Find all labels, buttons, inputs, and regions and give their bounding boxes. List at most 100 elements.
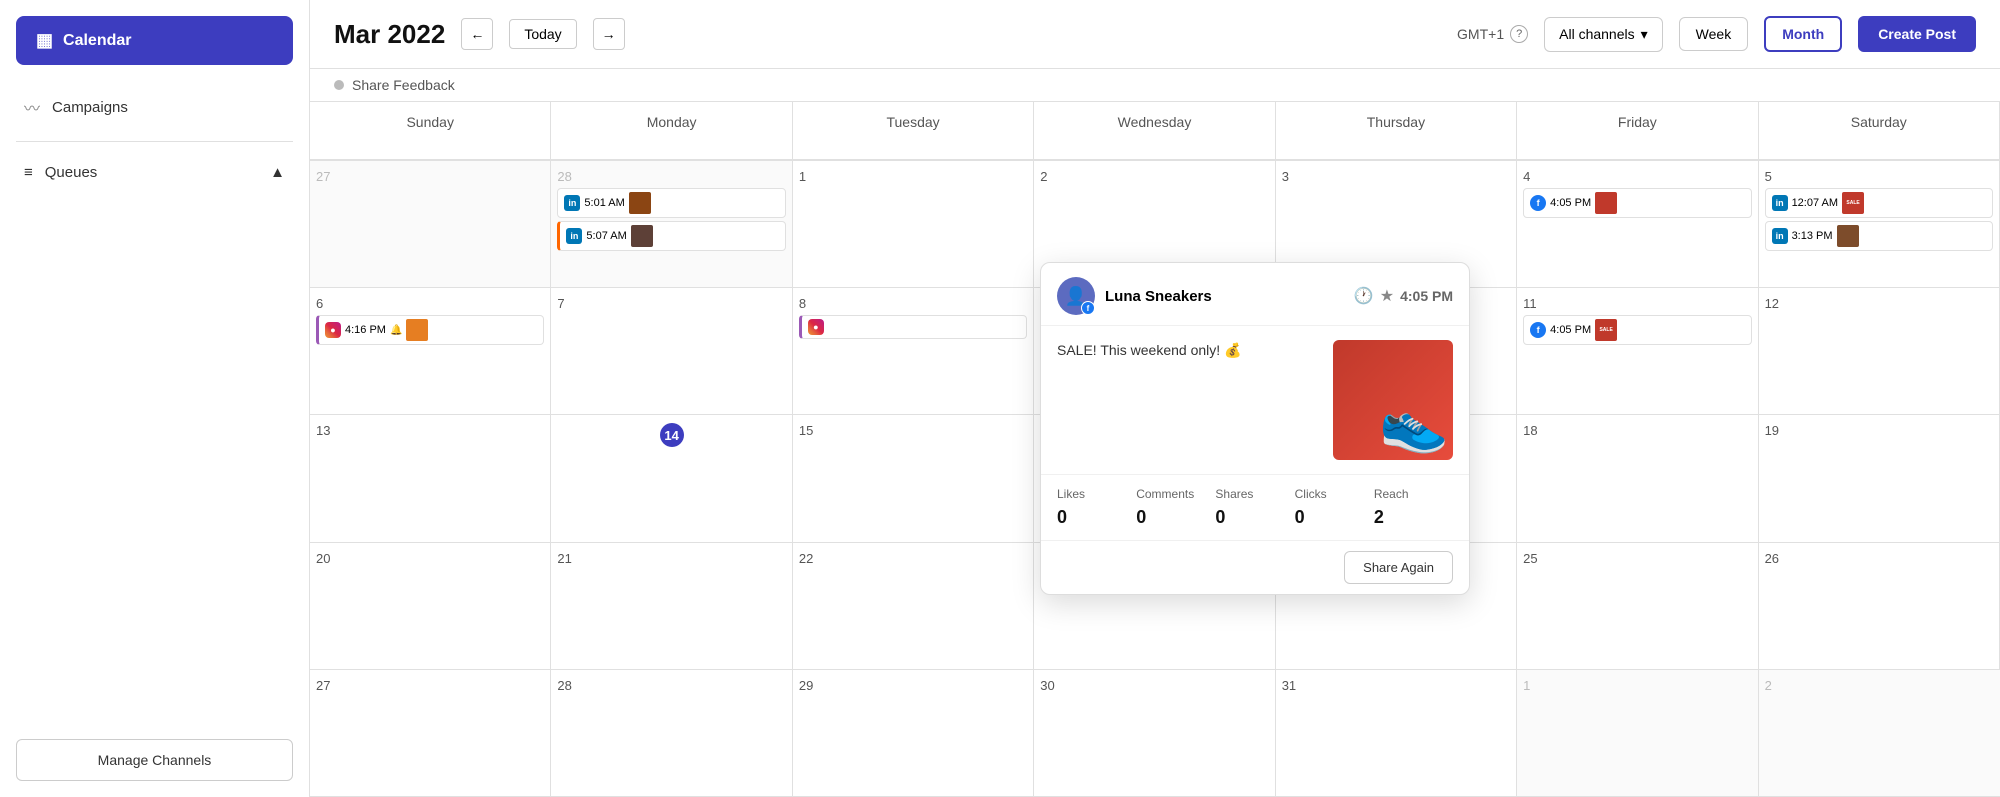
cal-cell-r5-mon[interactable]: 28 [551, 670, 792, 797]
post-thumbnail [629, 192, 651, 214]
cal-cell-r4-tue[interactable]: 22 [793, 543, 1034, 670]
cal-cell-r2-sat[interactable]: 12 [1759, 288, 2000, 415]
post-time: 5:01 AM [584, 197, 624, 209]
channels-chevron-icon: ▾ [1641, 26, 1648, 43]
calendar-nav-button[interactable]: ▦ Calendar [16, 16, 293, 65]
facebook-badge-icon: f [1081, 301, 1095, 315]
post-popup: 👤 f Luna Sneakers 🕐 ★ 4:05 PM SALE! This… [1040, 262, 1470, 595]
post-item[interactable]: in 5:07 AM [557, 221, 785, 251]
channels-dropdown[interactable]: All channels ▾ [1544, 17, 1663, 52]
cal-cell-r1-mon[interactable]: 28 in 5:01 AM in 5:07 AM [551, 161, 792, 288]
cal-cell-r1-tue[interactable]: 1 [793, 161, 1034, 288]
sidebar-item-campaigns[interactable]: 〰 Campaigns [0, 81, 309, 133]
calendar-container: Sunday Monday Tuesday Wednesday Thursday… [310, 102, 2000, 797]
prev-month-button[interactable]: ← [461, 18, 493, 50]
popup-account-name: Luna Sneakers [1105, 288, 1344, 305]
popup-avatar: 👤 f [1057, 277, 1095, 315]
post-item[interactable]: f 4:05 PM [1523, 188, 1751, 218]
stat-label-reach: Reach [1374, 487, 1453, 501]
cell-date: 18 [1523, 423, 1751, 438]
cal-cell-r5-fri[interactable]: 1 [1517, 670, 1758, 797]
cal-cell-r4-mon[interactable]: 21 [551, 543, 792, 670]
feedback-label: Share Feedback [352, 77, 455, 93]
cal-cell-r4-fri[interactable]: 25 [1517, 543, 1758, 670]
page-title: Mar 2022 [334, 19, 445, 50]
cell-date: 25 [1523, 551, 1751, 566]
cal-cell-r3-tue[interactable]: 15 [793, 415, 1034, 542]
next-month-button[interactable]: → [593, 18, 625, 50]
cal-cell-r5-sun[interactable]: 27 [310, 670, 551, 797]
create-post-button[interactable]: Create Post [1858, 16, 1976, 52]
linkedin-icon: in [1772, 195, 1788, 211]
post-item[interactable]: ● 4:16 PM 🔔 [316, 315, 544, 345]
today-button[interactable]: Today [509, 19, 576, 49]
stat-label-comments: Comments [1136, 487, 1215, 501]
cal-cell-r5-wed[interactable]: 30 [1034, 670, 1275, 797]
cal-cell-r5-sat[interactable]: 2 [1759, 670, 2000, 797]
day-header-monday: Monday [551, 102, 792, 161]
cell-date: 31 [1282, 678, 1510, 693]
post-item[interactable]: in 3:13 PM [1765, 221, 1993, 251]
cal-cell-r2-sun[interactable]: 6 ● 4:16 PM 🔔 [310, 288, 551, 415]
cal-cell-r3-fri[interactable]: 18 [1517, 415, 1758, 542]
cal-cell-r2-tue[interactable]: 8 ● [793, 288, 1034, 415]
cal-cell-r4-sun[interactable]: 20 [310, 543, 551, 670]
manage-channels-button[interactable]: Manage Channels [16, 739, 293, 781]
post-time: 4:05 PM [1550, 324, 1591, 336]
stat-label-clicks: Clicks [1295, 487, 1374, 501]
cell-date: 1 [799, 169, 1027, 184]
cal-cell-r3-sun[interactable]: 13 [310, 415, 551, 542]
clock-icon: 🕐 [1354, 286, 1374, 306]
cal-cell-r5-thu[interactable]: 31 [1276, 670, 1517, 797]
shoe-icon: 👟 [1375, 386, 1453, 460]
post-item[interactable]: in 12:07 AM SALE [1765, 188, 1993, 218]
week-view-button[interactable]: Week [1679, 17, 1749, 51]
cal-cell-r5-tue[interactable]: 29 [793, 670, 1034, 797]
popup-body: SALE! This weekend only! 💰 👟 [1041, 326, 1469, 475]
cell-date: 6 [316, 296, 544, 311]
month-view-button[interactable]: Month [1764, 16, 1842, 52]
cal-cell-r1-sun[interactable]: 27 [310, 161, 551, 288]
cal-cell-r3-mon[interactable]: 14 [551, 415, 792, 542]
cal-cell-r2-mon[interactable]: 7 [551, 288, 792, 415]
cal-cell-r3-sat[interactable]: 19 [1759, 415, 2000, 542]
cell-date: 26 [1765, 551, 1993, 566]
popup-footer: Share Again [1041, 541, 1469, 594]
cell-date: 3 [1282, 169, 1510, 184]
queues-icon: ≡ [24, 164, 33, 181]
channels-label: All channels [1559, 26, 1635, 42]
feedback-bar[interactable]: Share Feedback [310, 69, 2000, 102]
star-icon: ★ [1380, 286, 1394, 306]
post-item[interactable]: in 5:01 AM [557, 188, 785, 218]
cal-cell-r1-fri[interactable]: 4 f 4:05 PM [1517, 161, 1758, 288]
share-again-button[interactable]: Share Again [1344, 551, 1453, 584]
campaigns-icon: 〰 [24, 95, 40, 119]
post-item[interactable]: ● [799, 315, 1027, 339]
sidebar-item-queues[interactable]: ≡ Queues ▲ [0, 150, 309, 195]
cell-date: 11 [1523, 296, 1751, 311]
facebook-icon: f [1530, 322, 1546, 338]
cal-cell-r2-fri[interactable]: 11 f 4:05 PM SALE [1517, 288, 1758, 415]
post-item[interactable]: f 4:05 PM SALE [1523, 315, 1751, 345]
cell-date: 30 [1040, 678, 1268, 693]
gmt-help-icon[interactable]: ? [1510, 25, 1528, 43]
cal-cell-r1-sat[interactable]: 5 in 12:07 AM SALE in 3:13 PM [1759, 161, 2000, 288]
cell-date: 13 [316, 423, 544, 438]
linkedin-icon: in [566, 228, 582, 244]
cell-date: 28 [557, 678, 785, 693]
main-content: Mar 2022 ← Today → GMT+1 ? All channels … [310, 0, 2000, 797]
cell-date: 1 [1523, 678, 1751, 693]
day-header-friday: Friday [1517, 102, 1758, 161]
stat-value-likes: 0 [1057, 507, 1136, 528]
stats-values-row: 0 0 0 0 2 [1057, 507, 1453, 528]
bell-icon: 🔔 [390, 325, 402, 336]
cell-date: 15 [799, 423, 1027, 438]
cell-date: 28 [557, 169, 785, 184]
cell-date-today: 14 [660, 423, 684, 447]
cell-date: 7 [557, 296, 785, 311]
instagram-icon: ● [808, 319, 824, 335]
sidebar-campaigns-label: Campaigns [52, 99, 128, 116]
day-header-thursday: Thursday [1276, 102, 1517, 161]
cal-cell-r4-sat[interactable]: 26 [1759, 543, 2000, 670]
sidebar-queues-label: Queues [45, 164, 98, 181]
